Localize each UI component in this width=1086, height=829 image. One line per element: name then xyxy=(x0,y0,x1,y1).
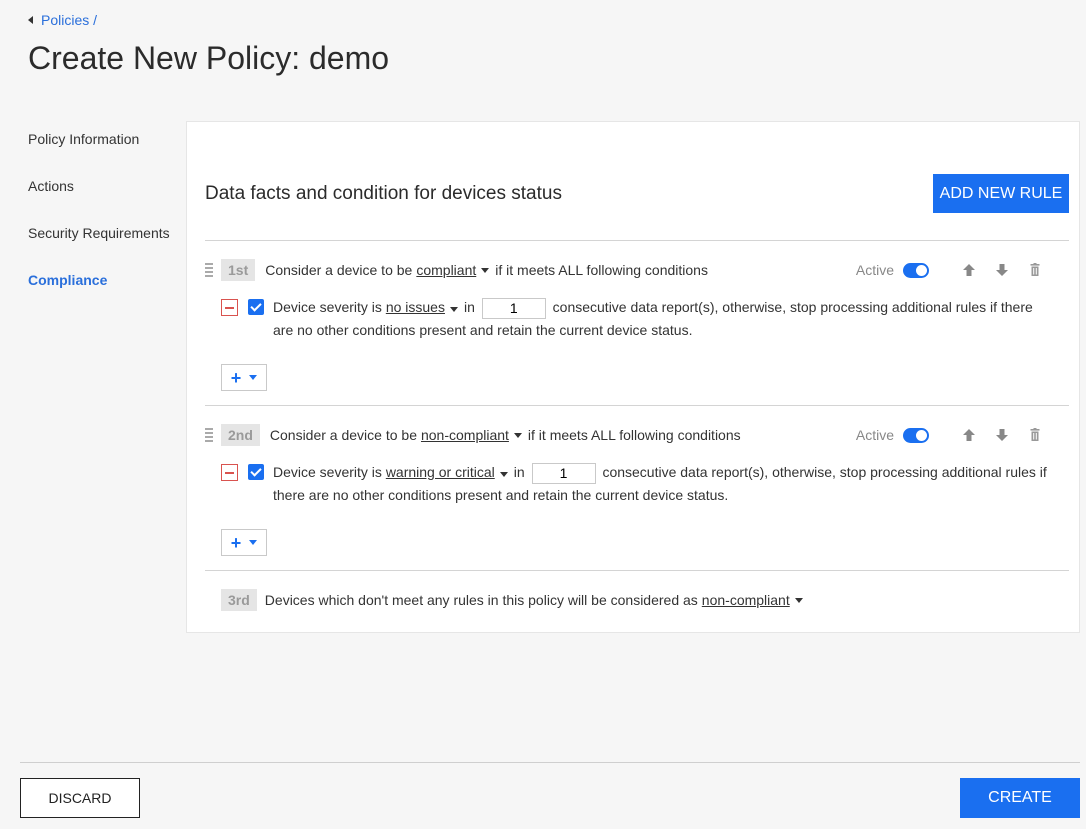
rule-rank: 2nd xyxy=(221,424,260,446)
rule-row-1: 1st Consider a device to be compliant if… xyxy=(205,258,1069,282)
condition-row: Device severity is warning or critical in… xyxy=(221,461,1053,507)
rule-rank: 1st xyxy=(221,259,256,281)
panel-title: Data facts and condition for devices sta… xyxy=(205,183,562,204)
page-title: Create New Policy: demo xyxy=(28,40,390,76)
create-button[interactable]: CREATE xyxy=(960,778,1080,818)
discard-button[interactable]: DISCARD xyxy=(20,778,140,818)
sidebar-item-actions[interactable]: Actions xyxy=(28,177,170,224)
rule-prefix: Consider a device to be xyxy=(265,262,413,278)
divider xyxy=(205,240,1069,241)
drag-handle-icon[interactable] xyxy=(205,428,213,442)
rule-rank: 3rd xyxy=(221,589,257,611)
sidebar-item-security-requirements[interactable]: Security Requirements xyxy=(28,224,170,271)
caret-down-icon xyxy=(249,540,258,545)
condition-prefix: Device severity is xyxy=(273,464,382,480)
caret-down-icon[interactable] xyxy=(794,597,803,603)
caret-down-icon xyxy=(249,375,258,380)
condition-checkbox[interactable] xyxy=(248,299,264,315)
rule-suffix: if it meets ALL following conditions xyxy=(527,427,741,443)
plus-icon: + xyxy=(230,532,242,553)
active-label: Active xyxy=(855,262,894,278)
remove-condition-button[interactable] xyxy=(221,464,238,481)
caret-down-icon[interactable] xyxy=(499,472,508,477)
add-condition-button[interactable]: + xyxy=(221,364,267,391)
severity-dropdown[interactable]: warning or critical xyxy=(386,464,495,480)
divider xyxy=(205,570,1069,571)
rule-controls: Active xyxy=(856,262,1069,278)
rule-prefix: Devices which don't meet any rules in th… xyxy=(264,592,698,608)
arrow-up-icon[interactable] xyxy=(961,427,977,443)
report-count-input[interactable] xyxy=(481,297,546,319)
condition-text: Device severity is no issuesin consecuti… xyxy=(273,296,1053,342)
condition-prefix: Device severity is xyxy=(273,299,382,315)
arrow-down-icon[interactable] xyxy=(994,262,1010,278)
status-dropdown[interactable]: non-compliant xyxy=(702,592,790,608)
add-condition-button[interactable]: + xyxy=(221,529,267,556)
arrow-down-icon[interactable] xyxy=(994,427,1010,443)
rule-controls: Active xyxy=(856,427,1069,443)
condition-text: Device severity is warning or critical in… xyxy=(273,461,1053,507)
arrow-up-icon[interactable] xyxy=(961,262,977,278)
severity-dropdown[interactable]: no issues xyxy=(386,299,445,315)
in-label: in xyxy=(463,299,475,315)
condition-checkbox[interactable] xyxy=(248,464,264,480)
caret-down-icon[interactable] xyxy=(449,307,458,312)
active-toggle[interactable] xyxy=(903,262,929,278)
sidebar-item-policy-information[interactable]: Policy Information xyxy=(28,130,170,177)
rule-suffix: if it meets ALL following conditions xyxy=(495,262,708,278)
sidebar-nav: Policy Information Actions Security Requ… xyxy=(28,130,170,318)
status-dropdown[interactable]: non-compliant xyxy=(421,427,509,443)
divider xyxy=(205,405,1069,406)
trash-icon[interactable] xyxy=(1027,427,1043,443)
remove-condition-button[interactable] xyxy=(221,299,238,316)
trash-icon[interactable] xyxy=(1027,262,1043,278)
rule-description: Devices which don't meet any rules in th… xyxy=(265,592,809,608)
active-label: Active xyxy=(855,427,894,443)
report-count-input[interactable] xyxy=(531,462,596,484)
active-toggle[interactable] xyxy=(903,427,929,443)
caret-down-icon[interactable] xyxy=(513,432,522,438)
sidebar-item-compliance[interactable]: Compliance xyxy=(28,271,170,318)
rule-prefix: Consider a device to be xyxy=(269,427,417,443)
caret-down-icon[interactable] xyxy=(481,267,490,273)
breadcrumb[interactable]: Policies / xyxy=(28,12,97,28)
breadcrumb-link-policies[interactable]: Policies / xyxy=(41,12,97,28)
footer-divider xyxy=(20,762,1080,763)
rule-row-2: 2nd Consider a device to be non-complian… xyxy=(205,423,1069,447)
status-dropdown[interactable]: compliant xyxy=(416,262,476,278)
rule-description: Consider a device to be compliant if it … xyxy=(265,262,708,278)
rule-description: Consider a device to be non-compliant if… xyxy=(270,427,741,443)
default-rule-row: 3rd Devices which don't meet any rules i… xyxy=(205,588,1069,612)
condition-row: Device severity is no issuesin consecuti… xyxy=(221,296,1053,342)
compliance-panel: Data facts and condition for devices sta… xyxy=(186,121,1080,633)
in-label: in xyxy=(513,464,525,480)
drag-handle-icon[interactable] xyxy=(205,263,213,277)
chevron-left-icon xyxy=(28,16,33,24)
add-new-rule-button[interactable]: ADD NEW RULE xyxy=(933,174,1069,213)
plus-icon: + xyxy=(230,367,242,388)
